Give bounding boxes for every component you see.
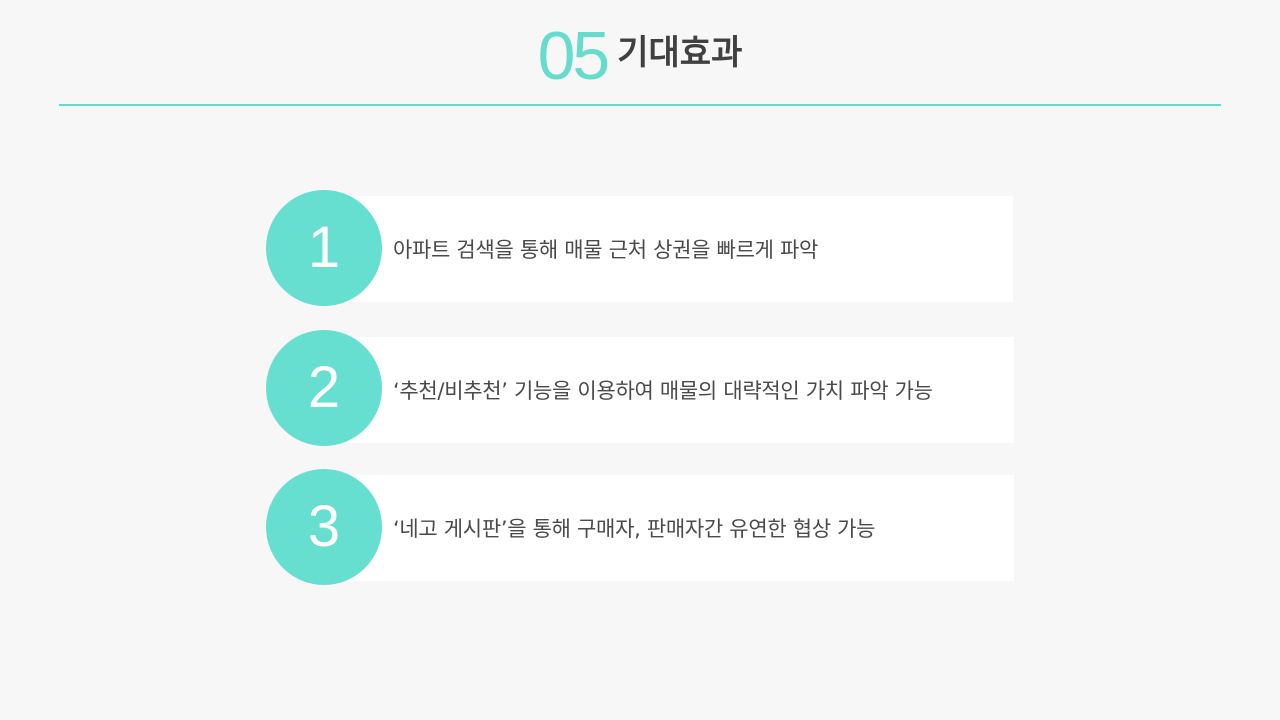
header-divider: [59, 104, 1221, 106]
slide-header: 05 기대효과: [0, 20, 1280, 90]
section-number: 05: [537, 18, 611, 94]
slide-title: 기대효과: [617, 33, 743, 73]
effect-item-1: 아파트 검색을 통해 매물 근처 상권을 빠르게 파악: [340, 196, 1013, 302]
number-badge-1: 1: [266, 190, 382, 306]
badge-number: 2: [307, 355, 341, 420]
effect-item-2: ‘추천/비추천’ 기능을 이용하여 매물의 대략적인 가치 파악 가능: [340, 337, 1014, 443]
effect-text: ‘네고 게시판’을 통해 구매자, 판매자간 유연한 협상 가능: [393, 517, 876, 541]
effect-text: 아파트 검색을 통해 매물 근처 상권을 빠르게 파악: [393, 238, 819, 262]
effect-item-3: ‘네고 게시판’을 통해 구매자, 판매자간 유연한 협상 가능: [340, 475, 1014, 581]
badge-number: 3: [307, 494, 341, 559]
number-badge-2: 2: [266, 330, 382, 446]
badge-number: 1: [307, 215, 341, 280]
effect-text: ‘추천/비추천’ 기능을 이용하여 매물의 대략적인 가치 파악 가능: [393, 379, 933, 403]
number-badge-3: 3: [266, 469, 382, 585]
